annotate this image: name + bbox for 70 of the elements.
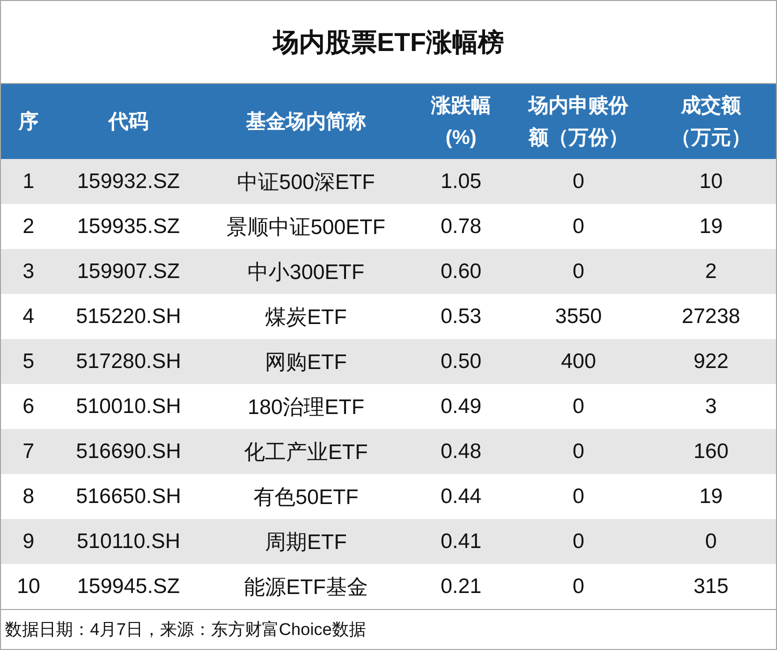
table-cell-text: 中小300ETF <box>246 260 366 286</box>
table-cell-text: 7 <box>22 438 36 464</box>
table-cell-text: 5 <box>22 348 36 374</box>
table-cell-text: 0.21 <box>440 574 482 600</box>
table-cell-text: 0.60 <box>440 258 482 284</box>
column-header: 序 <box>18 110 38 134</box>
table-cell-text: 0.50 <box>440 348 482 374</box>
column-header: 基金场内简称 <box>246 110 366 134</box>
table-cell-text: 化工产业ETF <box>243 440 369 466</box>
table-cell-text: 0.48 <box>440 438 482 464</box>
table-cell-text: 159932.SZ <box>76 168 181 194</box>
table-cell-text: 27238 <box>680 304 742 330</box>
table-cell-text: 8 <box>22 484 36 510</box>
column-header: （万元） <box>671 126 751 150</box>
table-cell-text: 景顺中证500ETF <box>226 214 386 240</box>
table-cell-text: 0 <box>572 258 586 284</box>
table-cell-text: 6 <box>22 394 36 420</box>
table-cell-text: 0.41 <box>440 528 482 554</box>
column-header: 成交额 <box>681 94 741 118</box>
column-header: 场内申赎份 <box>528 94 628 118</box>
column-header: 涨跌幅 <box>431 94 491 118</box>
table-cell-text: 1 <box>22 168 36 194</box>
table-cell-text: 有色50ETF <box>252 484 360 510</box>
table-cell-text: 516690.SH <box>74 438 182 464</box>
table-cell-text: 19 <box>698 214 724 240</box>
table-cell-text: 160 <box>692 438 730 464</box>
table-cell-text: 180治理ETF <box>246 394 366 420</box>
table-cell-text: 9 <box>22 528 36 554</box>
table-cell-text: 0 <box>572 394 586 420</box>
table-cell-text: 0.53 <box>440 304 482 330</box>
table-cell-text: 10 <box>698 168 724 194</box>
table-cell-text: 周期ETF <box>264 530 348 556</box>
table-cell-text: 4 <box>22 304 36 330</box>
table-cell-text: 能源ETF基金 <box>243 574 369 600</box>
table-cell-text: 0 <box>572 438 586 464</box>
table-cell-text: 0 <box>572 484 586 510</box>
table-cell-text: 10 <box>16 574 42 600</box>
table-cell-text: 517280.SH <box>74 348 182 374</box>
table-cell-text: 0 <box>572 528 586 554</box>
table-cell-text: 159945.SZ <box>76 574 181 600</box>
table-cell-text: 315 <box>692 574 730 600</box>
table-cell-text: 0.49 <box>440 394 482 420</box>
table-cell-text: 1.05 <box>440 168 482 194</box>
table-cell-text: 煤炭ETF <box>264 304 348 330</box>
table-cell-text: 159935.SZ <box>76 214 181 240</box>
table-cell-text: 0 <box>572 168 586 194</box>
table-cell-text: 网购ETF <box>264 350 348 376</box>
table-cell-text: 2 <box>22 214 36 240</box>
table-cell-text: 0.44 <box>440 484 482 510</box>
column-header: 额（万份） <box>528 126 628 150</box>
table-cell-text: 0 <box>572 214 586 240</box>
table-cell-text: 159907.SZ <box>76 258 181 284</box>
table-cell-text: 2 <box>704 258 718 284</box>
table-cell-text: 3 <box>22 258 36 284</box>
column-header: 代码 <box>108 110 148 134</box>
table-cell-text: 0.78 <box>440 214 482 240</box>
column-header: (%) <box>445 126 477 150</box>
footnote: 数据日期：4月7日，来源：东方财富Choice数据 <box>1 609 776 649</box>
table-cell-text: 3 <box>704 394 718 420</box>
table-cell-text: 922 <box>692 348 730 374</box>
table-cell-text: 516650.SH <box>74 484 182 510</box>
table-cell-text: 510110.SH <box>76 528 182 554</box>
table-cell-text: 中证500深ETF <box>236 170 376 196</box>
table-cell-text: 19 <box>698 484 724 510</box>
table-cell-text: 3550 <box>554 304 603 330</box>
table-cell-text: 510010.SH <box>74 394 182 420</box>
table-cell-text: 0 <box>572 574 586 600</box>
table-cell-text: 0 <box>704 528 718 554</box>
table-cell-text: 400 <box>560 348 598 374</box>
table-cell-text: 515220.SH <box>74 304 182 330</box>
